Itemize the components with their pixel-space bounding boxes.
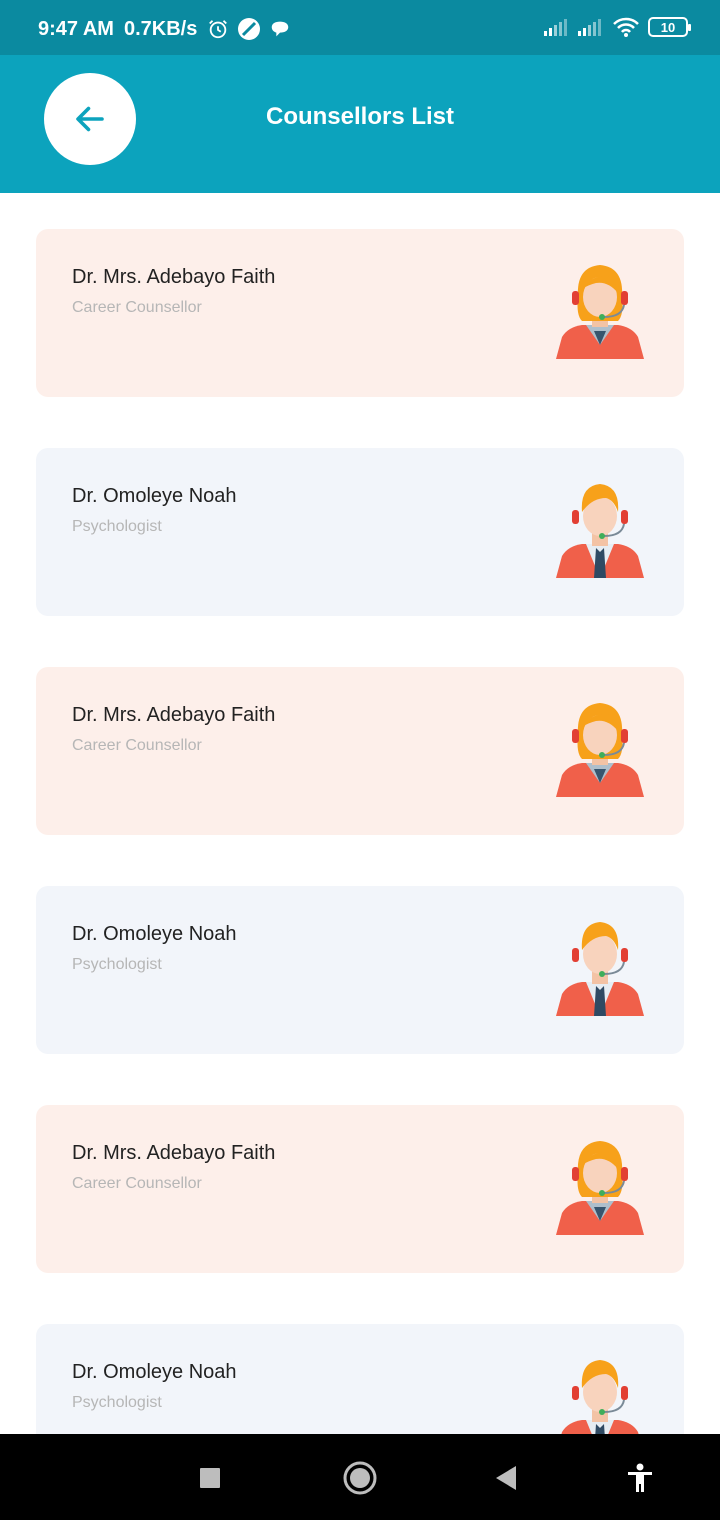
counsellor-role: Psychologist bbox=[72, 956, 162, 973]
alarm-icon bbox=[209, 20, 228, 39]
status-left: 9:47 AM 0.7KB/s bbox=[38, 17, 291, 41]
male-support-agent-icon bbox=[556, 922, 644, 1016]
counsellor-name: Dr. Mrs. Adebayo Faith bbox=[72, 1142, 276, 1164]
female-support-agent-icon bbox=[556, 265, 644, 359]
status-time: 9:47 AM bbox=[38, 17, 114, 40]
counsellor-role: Career Counsellor bbox=[72, 299, 202, 316]
counsellor-card[interactable]: Dr. Omoleye Noah Psychologist bbox=[36, 448, 684, 616]
female-support-agent-icon bbox=[556, 1141, 644, 1235]
counsellor-role: Career Counsellor bbox=[72, 737, 202, 754]
female-support-agent-icon bbox=[556, 703, 644, 797]
counsellor-name: Dr. Mrs. Adebayo Faith bbox=[72, 704, 276, 726]
counsellor-name: Dr. Omoleye Noah bbox=[72, 1361, 237, 1383]
battery-icon: 10 bbox=[648, 17, 691, 37]
counsellor-name: Dr. Omoleye Noah bbox=[72, 485, 237, 507]
counsellor-name: Dr. Mrs. Adebayo Faith bbox=[72, 266, 276, 288]
counsellor-card[interactable]: Dr. Mrs. Adebayo Faith Career Counsellor bbox=[36, 229, 684, 397]
signal-icon bbox=[578, 19, 601, 36]
status-icons-left bbox=[207, 17, 291, 41]
accessibility-button[interactable] bbox=[622, 1460, 658, 1496]
back-triangle-icon bbox=[496, 1466, 516, 1490]
home-circle-icon bbox=[343, 1461, 377, 1495]
accessibility-icon bbox=[628, 1463, 652, 1492]
recents-button[interactable] bbox=[192, 1460, 228, 1496]
back-nav-button[interactable] bbox=[488, 1460, 524, 1496]
male-support-agent-icon bbox=[556, 484, 644, 578]
wifi-icon bbox=[613, 17, 639, 37]
counsellor-role: Career Counsellor bbox=[72, 1175, 202, 1192]
compass-icon bbox=[238, 18, 261, 40]
signal-icon bbox=[544, 19, 567, 36]
app-bar: Counsellors List bbox=[0, 55, 720, 193]
counsellor-role: Psychologist bbox=[72, 1394, 162, 1411]
counsellor-list: Dr. Mrs. Adebayo Faith Career Counsellor… bbox=[36, 229, 684, 1434]
chat-bubble-icon bbox=[272, 21, 289, 37]
male-support-agent-icon bbox=[561, 1360, 639, 1434]
counsellor-role: Psychologist bbox=[72, 518, 162, 535]
counsellor-card[interactable]: Dr. Mrs. Adebayo Faith Career Counsellor bbox=[36, 667, 684, 835]
system-nav-bar bbox=[0, 1434, 720, 1520]
counsellor-card[interactable]: Dr. Omoleye Noah Psychologist bbox=[36, 886, 684, 1054]
recents-square-icon bbox=[200, 1468, 220, 1488]
battery-level: 10 bbox=[660, 19, 676, 35]
page-title: Counsellors List bbox=[265, 103, 455, 130]
status-bar: 9:47 AM 0.7KB/s 10 bbox=[0, 0, 720, 55]
counsellor-card[interactable]: Dr. Omoleye Noah Psychologist bbox=[36, 1324, 684, 1434]
screen: 9:47 AM 0.7KB/s 10 Counsellors List Dr. … bbox=[0, 0, 720, 1520]
home-button[interactable] bbox=[342, 1460, 378, 1496]
status-right: 10 bbox=[544, 16, 691, 38]
counsellor-name: Dr. Omoleye Noah bbox=[72, 923, 237, 945]
status-speed: 0.7KB/s bbox=[123, 17, 198, 40]
counsellor-card[interactable]: Dr. Mrs. Adebayo Faith Career Counsellor bbox=[36, 1105, 684, 1273]
